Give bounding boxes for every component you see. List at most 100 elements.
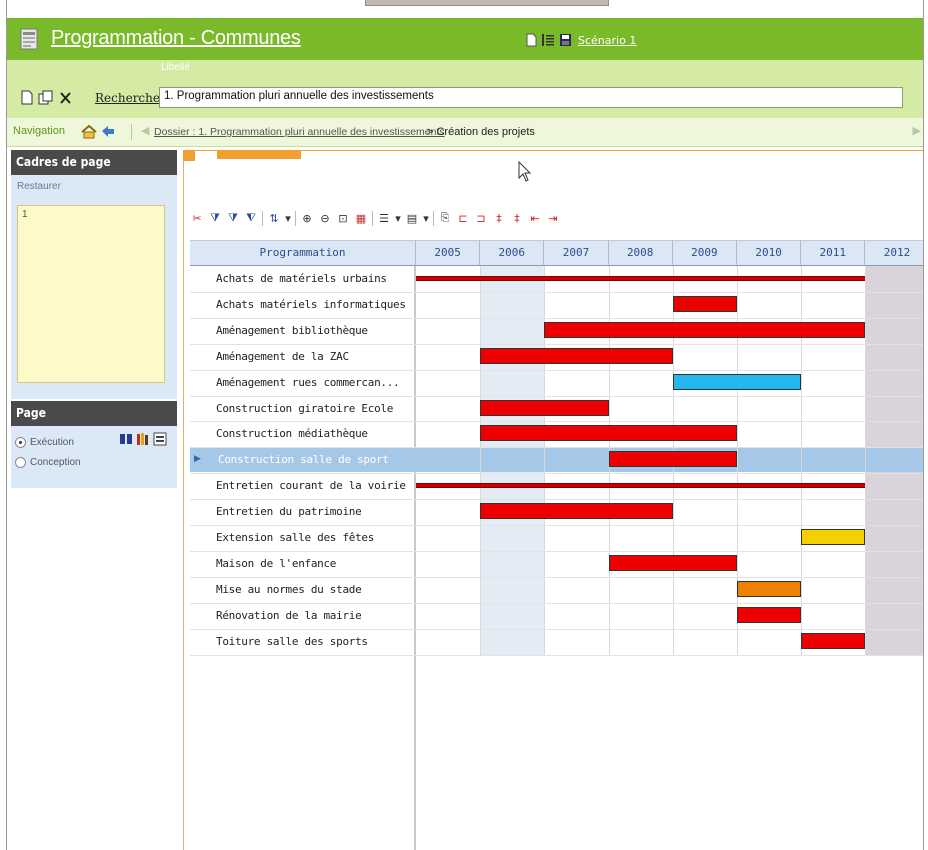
search-input[interactable]: 1. Programmation pluri annuelle des inve…	[159, 87, 903, 108]
gantt-bar[interactable]	[801, 529, 866, 545]
year-header-2010[interactable]: 2010	[737, 240, 802, 266]
scenario-link[interactable]: Scénario 1	[578, 34, 636, 47]
project-name[interactable]: Achats de matériels urbains	[216, 266, 414, 292]
link-both-icon[interactable]: ‡	[492, 211, 506, 225]
cut-icon[interactable]: ✂	[190, 211, 204, 225]
book-icon[interactable]	[119, 432, 133, 446]
gantt-bar[interactable]	[672, 373, 802, 390]
programmation-column-header[interactable]: Programmation	[190, 240, 416, 266]
gantt-bar[interactable]	[737, 606, 802, 623]
frame-list[interactable]: 1	[17, 205, 165, 383]
gantt-bar[interactable]	[480, 425, 737, 442]
sort-dropdown-icon[interactable]: ▾	[285, 211, 291, 225]
restaurer-link[interactable]: Restaurer	[17, 181, 171, 192]
year-header-2011[interactable]: 2011	[801, 240, 866, 266]
nav-previous-icon[interactable]: ◀	[141, 124, 149, 137]
project-name[interactable]: Mise au normes du stade	[216, 577, 414, 603]
year-gridline	[480, 266, 482, 655]
radio-conception-dot[interactable]	[15, 456, 26, 468]
project-name[interactable]: Aménagement rues commercan...	[216, 370, 414, 396]
filter-remove-icon[interactable]: ⧨	[244, 211, 258, 225]
toolbar-separator	[295, 210, 296, 226]
project-name[interactable]: Toiture salle des sports	[216, 629, 414, 655]
back-arrow-icon[interactable]	[100, 124, 116, 139]
shift-left-icon[interactable]: ⇤	[528, 211, 542, 225]
cadres-header: Cadres de page	[11, 150, 177, 175]
zoom-out-icon[interactable]: ⊖	[318, 211, 332, 225]
app-title[interactable]: Programmation - Communes	[51, 27, 301, 50]
gantt-bar[interactable]	[801, 632, 866, 649]
project-name[interactable]: Rénovation de la mairie	[216, 603, 414, 629]
recherche-link[interactable]: Recherche	[95, 91, 160, 105]
timescale-icon[interactable]: ▦	[354, 211, 368, 225]
gantt-bar[interactable]	[737, 580, 802, 597]
sort-icon[interactable]: ⇅	[267, 211, 281, 225]
navigation-icons	[81, 124, 116, 139]
year-header-2009[interactable]: 2009	[672, 240, 737, 266]
filter-add-icon[interactable]: ⧩	[226, 211, 240, 225]
new-record-icon[interactable]	[21, 90, 33, 105]
copy-icon[interactable]: ⎘	[438, 211, 452, 225]
delete-icon[interactable]	[59, 90, 72, 105]
collapse-icon[interactable]	[183, 151, 195, 161]
form-icon[interactable]	[153, 432, 167, 446]
project-name[interactable]: Construction giratoire Ecole	[216, 396, 414, 422]
frame-list-item[interactable]: 1	[22, 209, 160, 220]
toolbar-separator	[262, 210, 263, 226]
project-name[interactable]: Achats matériels informatiques	[216, 292, 414, 318]
year-header-2012[interactable]: 2012	[865, 240, 923, 266]
link-start-icon[interactable]: ⊏	[456, 211, 470, 225]
gantt-bar[interactable]	[416, 276, 866, 281]
outline-icon[interactable]: ☰	[377, 211, 391, 225]
project-name[interactable]: Aménagement de la ZAC	[216, 344, 414, 370]
library-icon[interactable]	[136, 432, 150, 446]
toolbar-separator	[433, 210, 434, 226]
fit-width-icon[interactable]: ⊡	[336, 211, 350, 225]
main-area: ✂ ⧩ ⧩ ⧨ ⇅ ▾ ⊕ ⊖ ⊡ ▦ ☰ ▾ ▤ ▾ ⎘ ⊏ ⊐ ‡ ‡ ⇤ …	[183, 150, 923, 850]
project-name[interactable]: Entretien courant de la voirie	[216, 473, 414, 499]
breadcrumb-dossier[interactable]: Dossier : 1. Programmation pluri annuell…	[154, 126, 445, 138]
link-end-icon[interactable]: ⊐	[474, 211, 488, 225]
save-icon[interactable]	[559, 33, 572, 47]
project-name[interactable]: Aménagement bibliothèque	[216, 318, 414, 344]
project-name[interactable]: Construction médiathèque	[216, 421, 414, 447]
gantt-bar[interactable]	[480, 399, 609, 416]
year-header-2008[interactable]: 2008	[608, 240, 673, 266]
radio-conception[interactable]: Conception	[15, 452, 173, 472]
zoom-in-icon[interactable]: ⊕	[300, 211, 314, 225]
page-body: Exécution Conception	[11, 426, 177, 488]
gantt-bar[interactable]	[480, 347, 673, 364]
filter-icon[interactable]: ⧩	[208, 211, 222, 225]
gantt-bar[interactable]	[480, 503, 673, 520]
home-icon[interactable]	[81, 124, 97, 139]
app-window: Programmation - Communes Scénario 1 Libe…	[6, 0, 924, 850]
link-split-icon[interactable]: ‡	[510, 211, 524, 225]
toolbar-separator	[372, 210, 373, 226]
columns-dropdown-icon[interactable]: ▾	[423, 211, 429, 225]
year-header-2005[interactable]: 2005	[416, 240, 481, 266]
columns-icon[interactable]: ▤	[405, 211, 419, 225]
shift-right-icon[interactable]: ⇥	[546, 211, 560, 225]
new-document-icon[interactable]	[526, 33, 537, 47]
frame-tab[interactable]	[217, 151, 301, 159]
year-gridline	[865, 266, 867, 655]
gantt-bar[interactable]	[608, 554, 737, 571]
list-indent-icon[interactable]	[541, 33, 555, 47]
duplicate-record-icon[interactable]	[38, 90, 54, 105]
gantt-chart: Programmation 2005 2006 2007 2008 2009 2010 20…	[184, 240, 923, 850]
project-name[interactable]: Entretien du patrimoine	[216, 499, 414, 525]
gantt-bar[interactable]	[608, 451, 737, 468]
outline-dropdown-icon[interactable]: ▾	[395, 211, 401, 225]
grid-divider[interactable]	[414, 266, 416, 850]
project-name[interactable]: Maison de l'enfance	[216, 551, 414, 577]
gantt-bar[interactable]	[544, 321, 866, 338]
year-header-2007[interactable]: 2007	[544, 240, 609, 266]
project-name[interactable]: Extension salle des fêtes	[216, 525, 414, 551]
app-logo-icon	[20, 28, 38, 50]
radio-execution-dot[interactable]	[15, 436, 26, 448]
gantt-bar[interactable]	[416, 483, 866, 489]
year-header-2006[interactable]: 2006	[480, 240, 545, 266]
nav-next-icon[interactable]: ▶	[913, 124, 921, 137]
project-name[interactable]: Construction salle de sport	[218, 447, 416, 473]
gantt-bar[interactable]	[672, 295, 737, 312]
